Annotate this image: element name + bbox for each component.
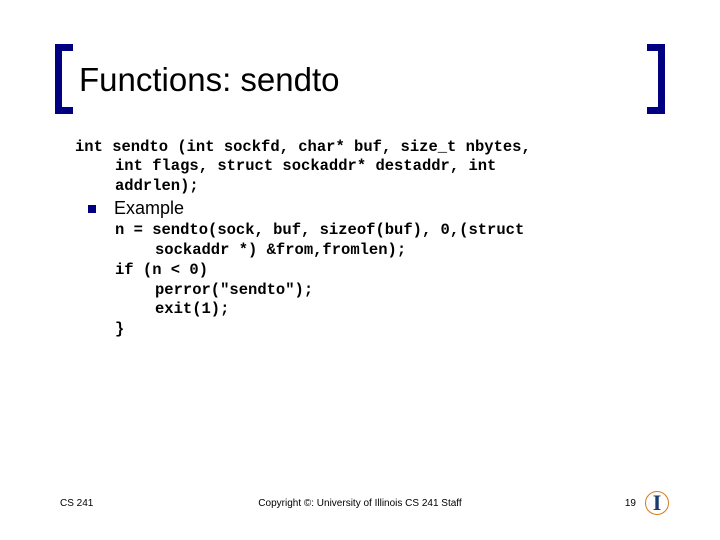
bracket-right-icon: [647, 44, 665, 114]
slide-title: Functions: sendto: [55, 50, 665, 110]
code-line: if (n < 0): [115, 261, 665, 281]
bullet-label: Example: [114, 198, 184, 219]
bracket-left-icon: [55, 44, 73, 114]
code-line: addrlen);: [75, 177, 665, 196]
example-code: n = sendto(sock, buf, sizeof(buf), 0,(st…: [75, 221, 665, 340]
footer-right: 19 I: [625, 490, 668, 516]
title-bar: Functions: sendto: [55, 50, 665, 110]
code-line: }: [115, 320, 665, 340]
bullet-icon: [88, 205, 96, 213]
slide: Functions: sendto int sendto (int sockfd…: [0, 0, 720, 540]
code-line: perror("sendto");: [115, 281, 665, 301]
bullet-item: Example: [75, 198, 665, 219]
code-line: n = sendto(sock, buf, sizeof(buf), 0,(st…: [115, 221, 524, 239]
code-line: int sendto (int sockfd, char* buf, size_…: [75, 138, 531, 156]
content-area: int sendto (int sockfd, char* buf, size_…: [55, 138, 665, 340]
function-signature: int sendto (int sockfd, char* buf, size_…: [75, 138, 665, 196]
page-number: 19: [625, 498, 636, 509]
footer-center: Copyright ©: University of Illinois CS 2…: [258, 498, 461, 509]
footer-left: CS 241: [60, 498, 93, 509]
code-line: sockaddr *) &from,fromlen);: [115, 241, 665, 261]
illinois-logo-icon: I: [646, 490, 668, 516]
footer: CS 241 Copyright ©: University of Illino…: [0, 490, 720, 516]
code-line: int flags, struct sockaddr* destaddr, in…: [75, 157, 665, 176]
code-line: exit(1);: [115, 300, 665, 320]
